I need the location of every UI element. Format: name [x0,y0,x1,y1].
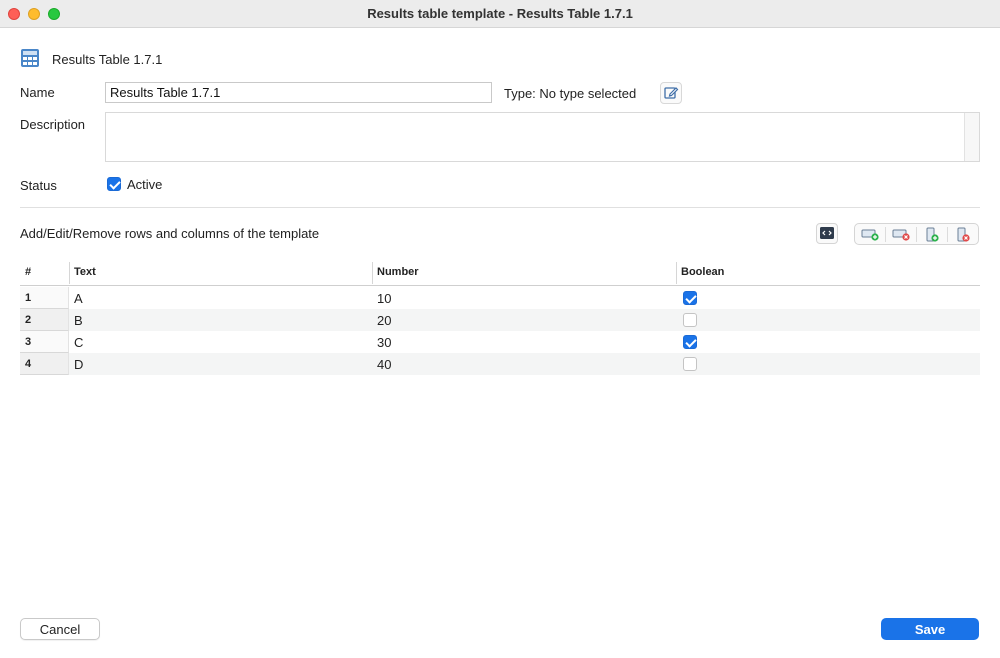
add-column-icon [926,227,939,242]
remove-column-icon [957,227,970,242]
column-resize-handle[interactable] [69,262,70,284]
table-row[interactable]: 2 B 20 [20,309,980,331]
column-header-index[interactable]: # [25,266,31,278]
code-view-icon [820,227,834,239]
remove-column-button[interactable] [948,225,978,244]
edit-type-button[interactable] [660,82,682,104]
table-row[interactable]: 1 A 10 [20,287,980,309]
section-divider [20,207,980,208]
number-cell[interactable]: 40 [377,357,391,372]
remove-row-button[interactable] [886,225,916,244]
column-header-number[interactable]: Number [377,266,419,278]
column-resize-handle[interactable] [676,262,677,284]
description-label: Description [20,117,86,132]
save-button[interactable]: Save [881,618,979,640]
add-row-icon [861,229,879,241]
column-header-text[interactable]: Text [74,266,96,278]
remove-row-icon [892,229,910,241]
table-row[interactable]: 3 C 30 [20,331,980,353]
window-title: Results table template - Results Table 1… [367,6,633,21]
add-column-button[interactable] [917,225,947,244]
text-cell[interactable]: C [74,335,83,350]
title-bar: Results table template - Results Table 1… [0,0,1000,28]
table-header: # Text Number Boolean [20,260,980,286]
row-number[interactable]: 3 [20,331,69,353]
section-label: Add/Edit/Remove rows and columns of the … [20,226,320,241]
name-input[interactable] [105,82,492,103]
template-title: Results Table 1.7.1 [52,52,163,67]
boolean-checkbox[interactable] [683,335,697,349]
calculator-table-icon [20,48,40,68]
text-cell[interactable]: D [74,357,83,372]
boolean-checkbox[interactable] [683,313,697,327]
boolean-checkbox[interactable] [683,357,697,371]
code-view-button[interactable] [816,223,838,244]
active-checkbox[interactable] [107,177,121,191]
active-label: Active [127,177,163,192]
column-resize-handle[interactable] [372,262,373,284]
text-cell[interactable]: A [74,291,83,306]
boolean-checkbox[interactable] [683,291,697,305]
type-label: Type: No type selected [504,86,637,101]
row-column-toolbar [854,223,979,245]
number-cell[interactable]: 20 [377,313,391,328]
edit-pencil-icon [664,87,679,99]
description-field[interactable] [105,112,980,162]
add-row-button[interactable] [855,225,885,244]
text-cell[interactable]: B [74,313,83,328]
status-label: Status [20,178,57,193]
row-number[interactable]: 2 [20,309,69,331]
table-row[interactable]: 4 D 40 [20,353,980,375]
number-cell[interactable]: 30 [377,335,391,350]
description-scrollbar[interactable] [964,113,979,161]
name-label: Name [20,85,55,100]
cancel-button[interactable]: Cancel [20,618,100,640]
column-header-boolean[interactable]: Boolean [681,266,724,278]
row-number[interactable]: 1 [20,287,69,309]
row-number[interactable]: 4 [20,353,69,375]
number-cell[interactable]: 10 [377,291,391,306]
